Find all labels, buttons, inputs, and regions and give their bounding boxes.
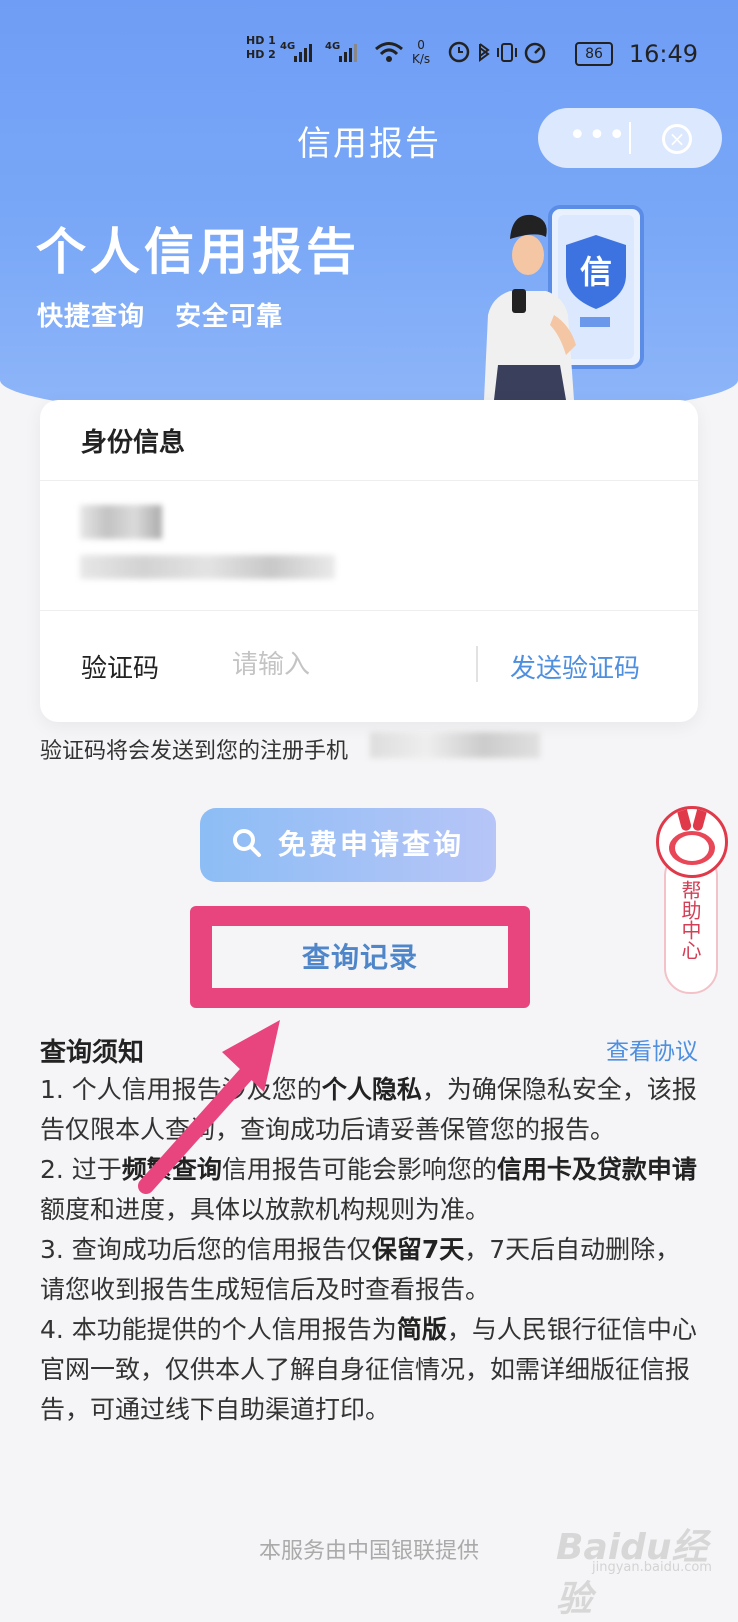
network-speed: 0 K/s [412, 38, 431, 66]
highlight-inner: 查询记录 [212, 926, 508, 988]
card-divider [40, 480, 698, 481]
help-center-label[interactable]: 帮助中心 [678, 880, 702, 960]
blurred-name [80, 505, 162, 539]
query-history-link[interactable]: 查询记录 [212, 936, 508, 976]
wifi-icon [375, 42, 403, 62]
annotation-arrow [138, 1020, 280, 1194]
blurred-phone-number [370, 732, 540, 758]
svg-text:4G: 4G [280, 41, 295, 52]
highlight-annotation: 查询记录 [190, 906, 530, 1008]
send-code-button[interactable]: 发送验证码 [510, 648, 640, 685]
svg-text:4G: 4G [325, 41, 340, 52]
notice-item-4: 4. 本功能提供的个人信用报告为简版，与人民银行征信中心官网一致，仅供本人了解自… [40, 1315, 697, 1424]
capsule-divider [629, 122, 631, 154]
verification-code-input[interactable] [230, 644, 464, 686]
hero-illustration: 信 [484, 205, 644, 400]
blurred-id-number [80, 555, 335, 579]
notice-title: 查询须知 [40, 1038, 145, 1068]
search-icon [232, 829, 261, 857]
watermark-url: jingyan.baidu.com [592, 1560, 712, 1575]
hd-indicator: HD 1 HD 2 [246, 34, 276, 61]
code-field-divider [476, 646, 478, 682]
verification-code-label: 验证码 [81, 654, 160, 684]
apply-query-label: 免费申请查询 [277, 828, 464, 861]
more-button[interactable]: ••• [568, 118, 628, 154]
card-divider-2 [40, 610, 698, 611]
mascot-icon [656, 806, 728, 878]
identity-card: 身份信息 验证码 发送验证码 [40, 400, 698, 722]
signal-icon-2: 4G [325, 41, 357, 62]
view-agreement-link[interactable]: 查看协议 [606, 1032, 698, 1066]
battery-indicator: 86 [575, 42, 613, 66]
close-button[interactable]: × [662, 124, 692, 154]
hero-title: 个人信用报告 [36, 223, 360, 281]
notice-item-3: 3. 查询成功后您的信用报告仅保留7天，7天后自动删除，请您收到报告生成短信后及… [40, 1235, 681, 1304]
clock: 16:49 [628, 40, 698, 68]
status-bar: HD 1 HD 2 4G 4G 0 K/s 86 16:49 [0, 30, 738, 80]
credit-badge-char: 信 [580, 253, 612, 291]
apply-query-button[interactable]: 免费申请查询 [200, 808, 496, 882]
mini-program-capsule: ••• × [538, 108, 722, 168]
identity-section-title: 身份信息 [81, 428, 186, 458]
hero-subtitle: 快捷查询 安全可靠 [37, 302, 284, 332]
verification-hint: 验证码将会发送到您的注册手机 [40, 739, 349, 764]
